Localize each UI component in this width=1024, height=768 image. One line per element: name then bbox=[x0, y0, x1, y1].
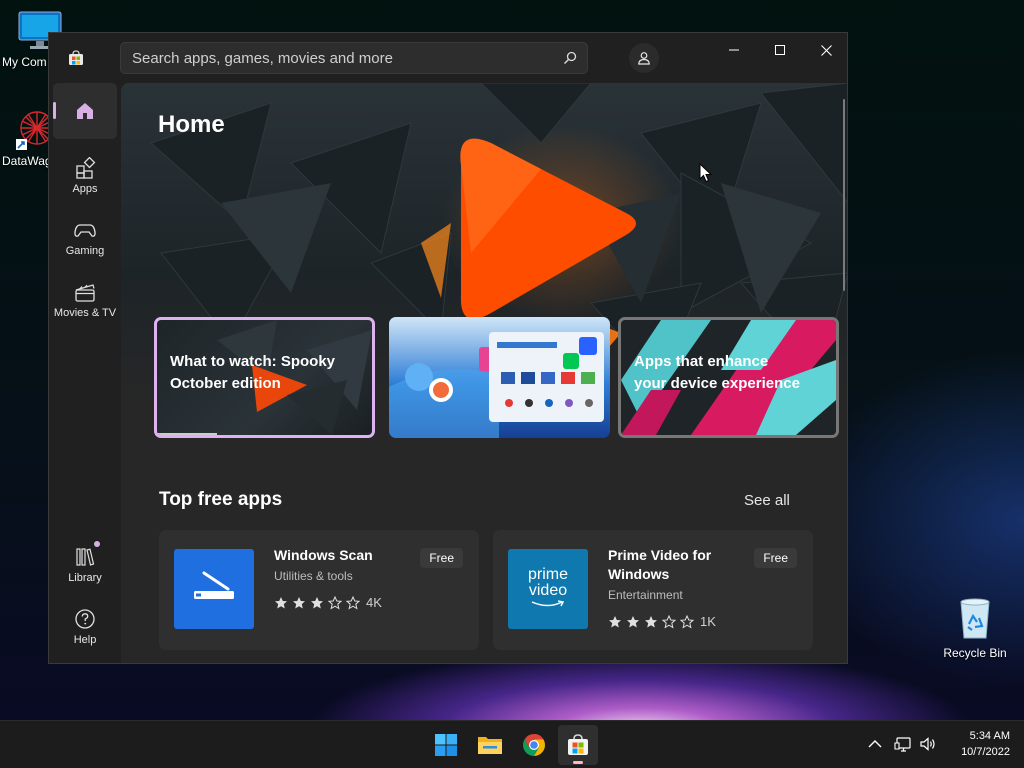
section-title: Top free apps bbox=[159, 489, 283, 510]
star-filled-icon bbox=[609, 615, 621, 627]
sidebar-item-gaming[interactable]: Gaming bbox=[53, 211, 117, 267]
sidebar-item-label: Movies & TV bbox=[53, 307, 117, 319]
account-button[interactable] bbox=[629, 43, 659, 73]
sidebar-item-home[interactable] bbox=[53, 83, 117, 139]
sidebar-item-label: Library bbox=[68, 572, 102, 584]
app-category: Utilities & tools bbox=[274, 569, 353, 583]
store-app-icon bbox=[69, 50, 83, 65]
microsoft-store-icon bbox=[568, 734, 588, 755]
app-card-windows-scan[interactable]: Windows Scan Utilities & tools 4K Free bbox=[159, 530, 479, 650]
content-scrollbar[interactable] bbox=[843, 99, 845, 291]
sidebar-item-label: Help bbox=[73, 634, 97, 646]
title-bar[interactable]: Search apps, games, movies and more bbox=[49, 33, 847, 83]
star-filled-icon bbox=[275, 596, 287, 608]
home-icon bbox=[77, 103, 93, 119]
desktop-icon-recycle-bin[interactable]: Recycle Bin bbox=[938, 596, 1012, 660]
star-empty-icon bbox=[328, 595, 342, 610]
star-filled-icon bbox=[293, 596, 305, 608]
app-name: Windows Scan bbox=[274, 547, 373, 563]
sidebar-item-label: Apps bbox=[72, 183, 98, 195]
taskbar-microsoft-store[interactable] bbox=[558, 725, 598, 765]
promo-artwork bbox=[389, 332, 604, 438]
minimize-button[interactable] bbox=[711, 33, 757, 67]
star-filled-icon bbox=[645, 615, 657, 627]
star-empty-icon bbox=[680, 614, 694, 629]
library-icon bbox=[76, 541, 100, 566]
app-name: Prime Video for Windows bbox=[608, 547, 712, 582]
clock-time: 5:34 AM bbox=[969, 730, 1010, 742]
smile-arrow-icon bbox=[531, 600, 565, 607]
price-badge[interactable]: Free bbox=[754, 548, 797, 568]
taskbar-file-explorer[interactable] bbox=[470, 725, 510, 765]
close-button[interactable] bbox=[803, 33, 847, 67]
chevron-up-icon[interactable] bbox=[866, 735, 884, 753]
search-input[interactable]: Search apps, games, movies and more bbox=[120, 42, 588, 74]
star-rating: 4K bbox=[274, 595, 382, 610]
rating-count: 1K bbox=[700, 614, 716, 629]
star-rating: 1K bbox=[608, 614, 716, 629]
prime-logo-text: prime bbox=[527, 566, 568, 583]
taskbar: 5:34 AM 10/7/2022 bbox=[0, 720, 1024, 768]
search-icon[interactable] bbox=[563, 51, 577, 65]
windows-start-icon bbox=[435, 734, 457, 756]
star-empty-icon bbox=[346, 595, 360, 610]
gamepad-icon bbox=[74, 224, 96, 237]
sidebar-item-help[interactable]: Help bbox=[53, 600, 117, 656]
desktop-icon-label: Recycle Bin bbox=[943, 646, 1007, 660]
volume-icon[interactable] bbox=[919, 735, 937, 753]
close-icon bbox=[820, 44, 832, 56]
clock-date: 10/7/2022 bbox=[961, 746, 1010, 758]
app-card-prime-video[interactable]: prime video Prime Video for Windows Ente… bbox=[493, 530, 813, 650]
chrome-icon bbox=[523, 734, 545, 756]
apps-icon bbox=[76, 157, 96, 179]
star-filled-icon bbox=[627, 615, 639, 627]
taskbar-chrome[interactable] bbox=[514, 725, 554, 765]
windows-scan-app-icon bbox=[174, 549, 254, 629]
sidebar-item-label: Gaming bbox=[65, 245, 105, 257]
main-content: Home What to watch: Spooky October editi… bbox=[121, 83, 847, 663]
promo-card-what-to-watch[interactable]: What to watch: Spooky October edition bbox=[154, 317, 375, 438]
promo-card-device-apps[interactable]: Apps that enhance your device experience bbox=[618, 317, 839, 438]
scanner-icon bbox=[194, 571, 234, 599]
start-button[interactable] bbox=[426, 725, 466, 765]
mouse-cursor-icon bbox=[699, 163, 713, 183]
recycle-bin-icon bbox=[960, 598, 990, 639]
video-logo-text: video bbox=[528, 582, 568, 599]
page-title: Home bbox=[158, 111, 225, 138]
clapperboard-icon bbox=[75, 284, 95, 302]
rating-count: 4K bbox=[366, 595, 382, 610]
price-badge[interactable]: Free bbox=[420, 548, 463, 568]
sidebar-item-apps[interactable]: Apps bbox=[53, 149, 117, 205]
user-icon bbox=[638, 52, 650, 65]
promo-card-text: Apps that enhance your device experience bbox=[634, 353, 800, 392]
search-placeholder: Search apps, games, movies and more bbox=[132, 49, 393, 67]
star-filled-icon bbox=[311, 596, 323, 608]
network-icon[interactable] bbox=[894, 735, 912, 753]
navigation-sidebar: Apps Gaming Movies & TV Library Help bbox=[49, 83, 121, 663]
star-empty-icon bbox=[662, 614, 676, 629]
sidebar-item-movies-tv[interactable]: Movies & TV bbox=[53, 273, 117, 329]
help-icon bbox=[75, 609, 95, 629]
app-category: Entertainment bbox=[608, 588, 683, 602]
active-indicator bbox=[53, 102, 56, 119]
running-indicator bbox=[573, 761, 583, 764]
promo-card-featured-apps[interactable] bbox=[389, 317, 610, 438]
maximize-button[interactable] bbox=[757, 33, 803, 67]
system-clock[interactable]: 5:34 AM 10/7/2022 bbox=[940, 728, 1010, 760]
microsoft-store-window: Search apps, games, movies and more Apps… bbox=[48, 32, 848, 664]
minimize-icon bbox=[729, 49, 739, 51]
file-explorer-icon bbox=[478, 737, 502, 754]
sidebar-item-library[interactable]: Library bbox=[53, 538, 117, 594]
maximize-icon bbox=[775, 45, 785, 55]
see-all-link[interactable]: See all bbox=[744, 492, 790, 509]
prime-video-app-icon: prime video bbox=[508, 549, 588, 629]
promo-card-text: What to watch: Spooky October edition bbox=[170, 353, 335, 392]
